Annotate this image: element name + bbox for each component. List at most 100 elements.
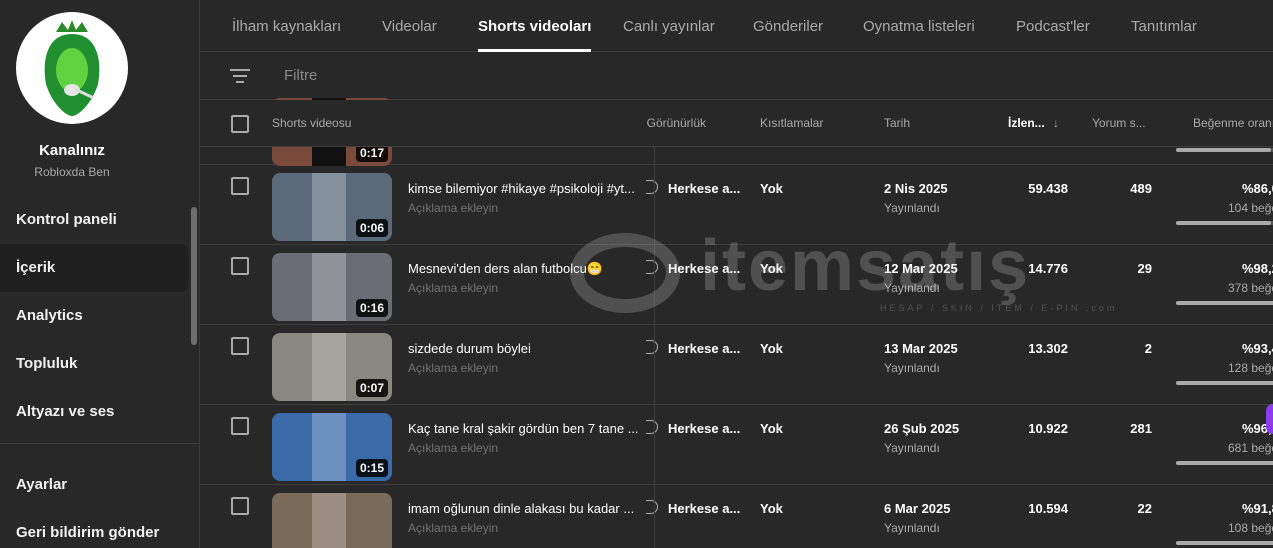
views-value: 14.776 xyxy=(1028,261,1068,276)
views-value: 10.922 xyxy=(1028,421,1068,436)
tab-promotions[interactable]: Tanıtımlar xyxy=(1131,0,1197,52)
tab-shorts[interactable]: Shorts videoları xyxy=(478,0,592,52)
filter-icon[interactable] xyxy=(230,69,250,87)
visibility-icon xyxy=(646,340,658,354)
restrictions-value: Yok xyxy=(760,341,783,356)
tab-playlists[interactable]: Oynatma listeleri xyxy=(863,0,975,52)
column-divider xyxy=(654,147,655,548)
like-ratio-bar xyxy=(1176,461,1273,465)
table-row[interactable]: 0:15 Kaç tane kral şakir gördün ben 7 ta… xyxy=(200,405,1273,485)
comments-value: 281 xyxy=(1130,421,1152,436)
table-header: Shorts videosu Görünürlük Kısıtlamalar T… xyxy=(200,100,1273,147)
tab-inspiration[interactable]: İlham kaynakları xyxy=(232,0,341,52)
tab-live[interactable]: Canlı yayınlar xyxy=(623,0,715,52)
date-value: 2 Nis 2025 xyxy=(884,181,948,196)
table-row[interactable]: imam oğlunun dinle alakası bu kadar ... … xyxy=(200,485,1273,548)
publish-status: Yayınlandı xyxy=(884,361,940,375)
like-ratio-value: %91,8 xyxy=(1242,501,1273,516)
like-ratio-value: %93,4 xyxy=(1242,341,1273,356)
video-thumbnail[interactable] xyxy=(272,493,392,548)
col-views[interactable]: İzlen... xyxy=(1008,116,1045,130)
sidebar: Kanalınız Robloxda Ben Kontrol paneli İç… xyxy=(0,0,200,548)
sidebar-item-feedback[interactable]: Geri bildirim gönder xyxy=(0,518,188,548)
tab-podcasts[interactable]: Podcast'ler xyxy=(1016,0,1090,52)
content-area: İlham kaynakları Videolar Shorts videola… xyxy=(200,0,1273,548)
channel-avatar[interactable] xyxy=(16,12,128,124)
like-ratio-bar xyxy=(1176,301,1273,305)
sidebar-item-settings[interactable]: Ayarlar xyxy=(0,461,188,509)
row-checkbox[interactable] xyxy=(231,337,249,355)
like-ratio-bar xyxy=(1176,381,1273,385)
likes-count: 681 beğeni xyxy=(1228,441,1273,455)
video-thumbnail[interactable]: 0:07 xyxy=(272,333,392,401)
video-title[interactable]: Kaç tane kral şakir gördün ben 7 tane ..… xyxy=(408,421,640,436)
col-visibility[interactable]: Görünürlük xyxy=(626,116,706,130)
likes-count: 128 beğeni xyxy=(1228,361,1273,375)
table-row[interactable]: 0:06 kimse bilemiyor #hikaye #psikoloji … xyxy=(200,165,1273,245)
video-description[interactable]: Açıklama ekleyin xyxy=(408,201,498,215)
tab-videos[interactable]: Videolar xyxy=(382,0,437,52)
video-thumbnail[interactable]: 0:16 xyxy=(272,253,392,321)
table-row[interactable]: 0:07 sizdede durum böylei Açıklama ekley… xyxy=(200,325,1273,405)
video-title[interactable]: sizdede durum böylei xyxy=(408,341,640,356)
video-description[interactable]: Açıklama ekleyin xyxy=(408,361,498,375)
video-thumbnail[interactable]: 0:06 xyxy=(272,173,392,241)
video-duration: 0:07 xyxy=(355,379,388,397)
sidebar-scrollbar[interactable] xyxy=(191,207,197,345)
table-row[interactable]: 0:16 Mesnevi'den ders alan futbolcu😁 Açı… xyxy=(200,245,1273,325)
video-title[interactable]: kimse bilemiyor #hikaye #psikoloji #yt..… xyxy=(408,181,640,196)
sidebar-item-analytics[interactable]: Analytics xyxy=(0,292,188,340)
sidebar-divider xyxy=(0,443,200,444)
date-value: 12 Mar 2025 xyxy=(884,261,958,276)
publish-status: Yayınlandı xyxy=(884,521,940,535)
visibility-value[interactable]: Herkese a... xyxy=(668,181,740,196)
video-duration: 0:06 xyxy=(355,219,388,237)
views-value: 10.594 xyxy=(1028,501,1068,516)
comments-value: 489 xyxy=(1130,181,1152,196)
video-description[interactable]: Açıklama ekleyin xyxy=(408,281,498,295)
likes-count: 378 beğeni xyxy=(1228,281,1273,295)
col-comments[interactable]: Yorum s... xyxy=(1092,116,1146,130)
sidebar-item-content[interactable]: İçerik xyxy=(0,244,188,292)
video-title[interactable]: Mesnevi'den ders alan futbolcu😁 xyxy=(408,261,640,277)
comments-value: 2 xyxy=(1144,341,1152,356)
sidebar-item-subtitles[interactable]: Altyazı ve ses xyxy=(0,388,188,436)
col-date[interactable]: Tarih xyxy=(884,116,910,130)
floating-assistant-button[interactable] xyxy=(1266,404,1273,434)
row-checkbox[interactable] xyxy=(231,257,249,275)
visibility-value[interactable]: Herkese a... xyxy=(668,501,740,516)
visibility-icon xyxy=(646,260,658,274)
filter-input[interactable]: Filtre xyxy=(284,67,317,84)
select-all-checkbox[interactable] xyxy=(231,115,249,133)
row-checkbox[interactable] xyxy=(231,177,249,195)
views-value: 13.302 xyxy=(1028,341,1068,356)
visibility-value[interactable]: Herkese a... xyxy=(668,261,740,276)
publish-status: Yayınlandı xyxy=(884,441,940,455)
visibility-icon xyxy=(646,180,658,194)
visibility-value[interactable]: Herkese a... xyxy=(668,421,740,436)
tab-posts[interactable]: Gönderiler xyxy=(753,0,823,52)
video-thumbnail[interactable]: 0:15 xyxy=(272,413,392,481)
date-value: 13 Mar 2025 xyxy=(884,341,958,356)
channel-name: Robloxda Ben xyxy=(34,165,110,179)
visibility-icon xyxy=(646,420,658,434)
like-ratio-bar xyxy=(1176,221,1273,225)
restrictions-value: Yok xyxy=(760,181,783,196)
tab-bar: İlham kaynakları Videolar Shorts videola… xyxy=(200,0,1273,52)
views-value: 59.438 xyxy=(1028,181,1068,196)
sidebar-item-community[interactable]: Topluluk xyxy=(0,340,188,388)
col-likes[interactable]: Beğenme oranı xyxy=(1193,116,1273,130)
row-checkbox[interactable] xyxy=(231,417,249,435)
sort-down-icon[interactable]: ↓ xyxy=(1053,116,1059,130)
visibility-value[interactable]: Herkese a... xyxy=(668,341,740,356)
row-checkbox[interactable] xyxy=(231,497,249,515)
video-title[interactable]: imam oğlunun dinle alakası bu kadar ... xyxy=(408,501,640,516)
like-ratio-bar xyxy=(1176,541,1273,545)
video-description[interactable]: Açıklama ekleyin xyxy=(408,521,498,535)
restrictions-value: Yok xyxy=(760,501,783,516)
publish-status: Yayınlandı xyxy=(884,201,940,215)
sidebar-item-dashboard[interactable]: Kontrol paneli xyxy=(0,196,188,244)
likes-count: 104 beğeni xyxy=(1228,201,1273,215)
video-description[interactable]: Açıklama ekleyin xyxy=(408,441,498,455)
col-restrictions[interactable]: Kısıtlamalar xyxy=(760,116,823,130)
